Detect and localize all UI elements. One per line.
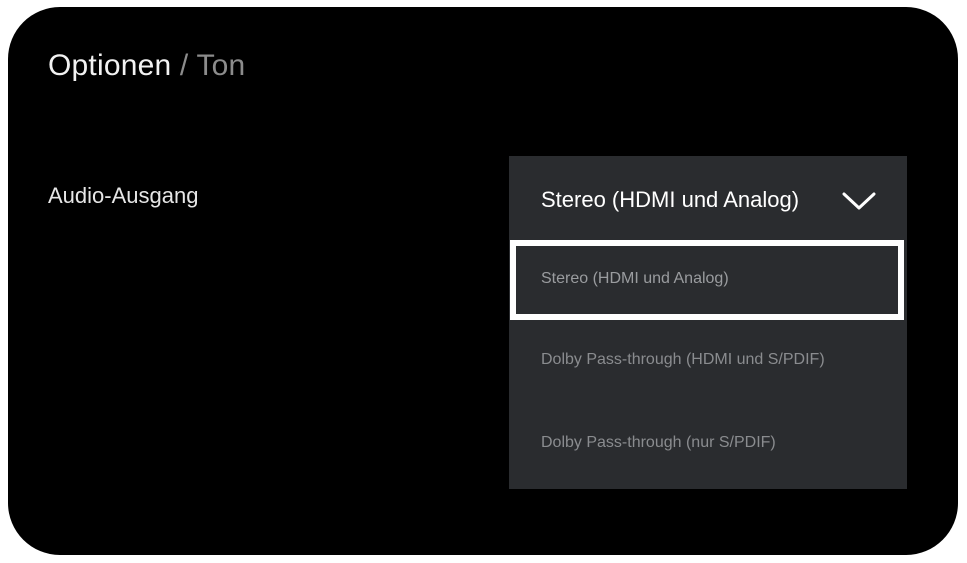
option-label: Dolby Pass-through (HDMI und S/PDIF) bbox=[541, 351, 825, 368]
option-label: Stereo (HDMI und Analog) bbox=[541, 270, 729, 287]
audio-output-label: Audio-Ausgang bbox=[48, 183, 199, 208]
breadcrumb-current: Optionen bbox=[48, 49, 172, 82]
chevron-down-icon[interactable] bbox=[842, 191, 876, 211]
dropdown-header[interactable]: Stereo (HDMI und Analog) bbox=[509, 156, 907, 242]
breadcrumb: Optionen / Ton bbox=[48, 49, 245, 83]
dropdown-selected-value: Stereo (HDMI und Analog) bbox=[541, 187, 800, 212]
option-dolby-passthrough-hdmi-spdif[interactable]: Dolby Pass-through (HDMI und S/PDIF) bbox=[509, 322, 907, 402]
option-stereo-hdmi-analog[interactable]: Stereo (HDMI und Analog) bbox=[510, 240, 904, 320]
breadcrumb-separator: / bbox=[171, 49, 197, 82]
breadcrumb-child: Ton bbox=[196, 49, 246, 82]
tv-screen: Optionen / Ton Audio-Ausgang Stereo (HDM… bbox=[8, 7, 958, 555]
audio-output-dropdown[interactable]: Stereo (HDMI und Analog) Stereo (HDMI un… bbox=[509, 156, 907, 489]
option-label: Dolby Pass-through (nur S/PDIF) bbox=[541, 434, 776, 451]
option-dolby-passthrough-spdif-only[interactable]: Dolby Pass-through (nur S/PDIF) bbox=[509, 406, 907, 486]
